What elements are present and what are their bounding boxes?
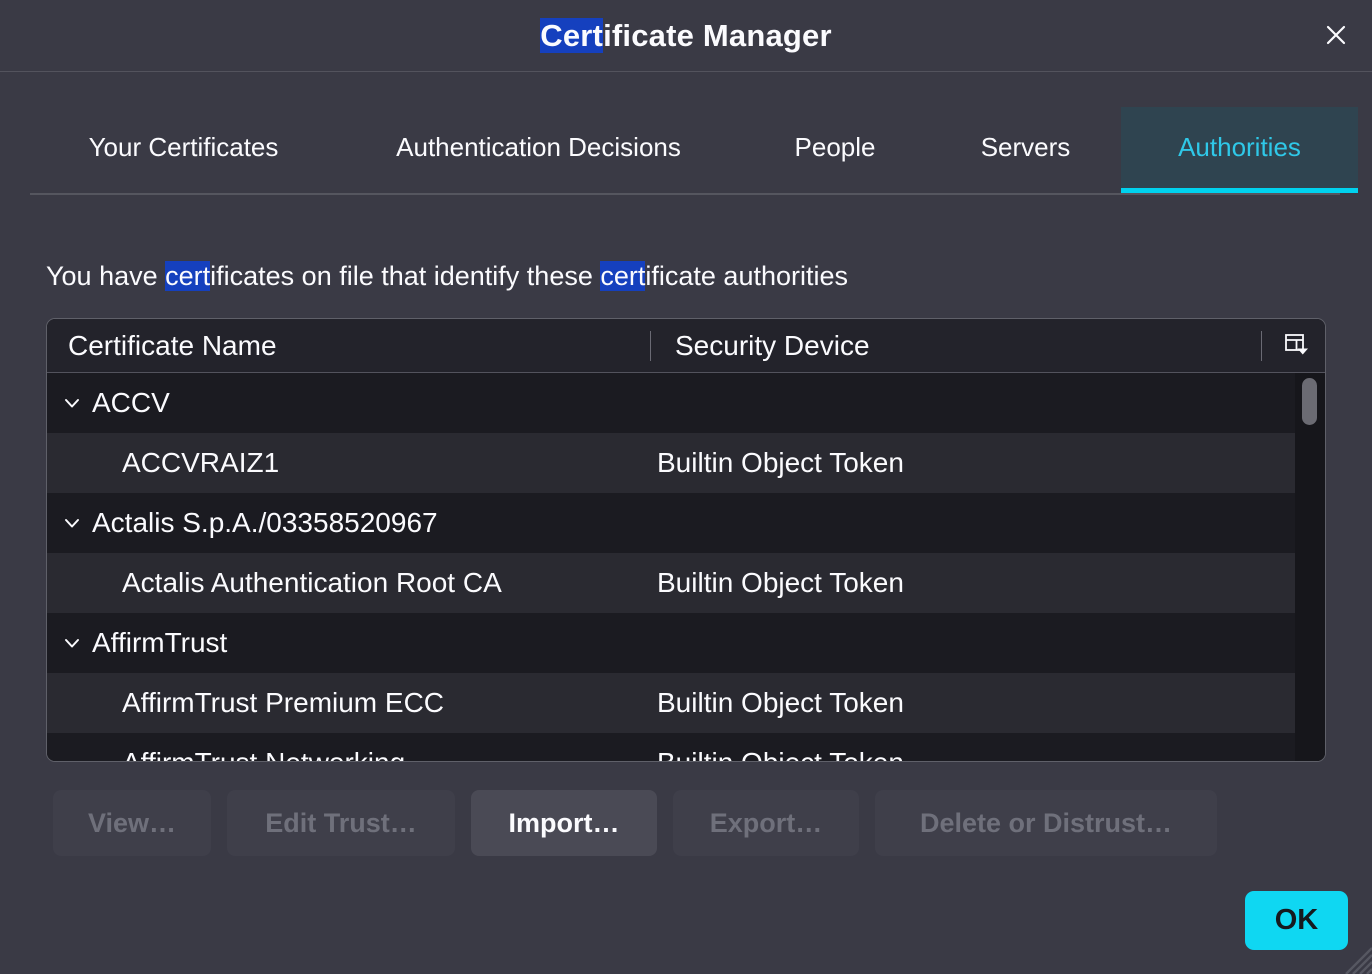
view-button[interactable]: View… xyxy=(53,790,211,856)
column-divider xyxy=(1261,331,1262,361)
action-button-row: View…Edit Trust…Import…Export…Delete or … xyxy=(53,790,1217,856)
resize-grip-icon[interactable] xyxy=(1336,938,1372,974)
tab-servers[interactable]: Servers xyxy=(930,107,1121,193)
column-header-security-device[interactable]: Security Device xyxy=(675,330,870,362)
tab-authentication-decisions[interactable]: Authentication Decisions xyxy=(337,107,740,193)
find-highlight: cert xyxy=(600,261,645,291)
security-device-cell: Builtin Object Token xyxy=(657,687,904,719)
tab-strip-divider xyxy=(30,193,1340,195)
security-device-cell: Builtin Object Token xyxy=(657,447,904,479)
tab-label: Authentication Decisions xyxy=(396,132,681,163)
close-button[interactable] xyxy=(1318,18,1354,54)
certificate-name-cell: Actalis Authentication Root CA xyxy=(47,567,502,599)
tree-row-accv[interactable]: ACCV xyxy=(47,373,1325,433)
column-picker-icon xyxy=(1284,333,1310,360)
tree-rows: ACCVACCVRAIZ1Builtin Object TokenActalis… xyxy=(47,373,1325,761)
chevron-down-icon[interactable] xyxy=(62,632,84,654)
tab-label: Authorities xyxy=(1178,132,1301,163)
tree-row-actalis-s-p-a-03358520967[interactable]: Actalis S.p.A./03358520967 xyxy=(47,493,1325,553)
column-picker-button[interactable] xyxy=(1277,330,1317,362)
certificate-name-cell: ACCVRAIZ1 xyxy=(47,447,279,479)
certificate-manager-dialog: Certificate Manager Your Certificates Aut… xyxy=(0,0,1372,974)
tab-authorities[interactable]: Authorities xyxy=(1121,107,1358,193)
delete-or-distrust-button[interactable]: Delete or Distrust… xyxy=(875,790,1217,856)
chevron-down-icon[interactable] xyxy=(62,392,84,414)
dialog-title: Certificate Manager xyxy=(540,18,832,54)
text-segment: ificate authorities xyxy=(645,261,848,291)
certificate-name-cell: AffirmTrust Networking xyxy=(47,747,405,761)
text-segment: You have xyxy=(46,261,165,291)
column-header-certificate-name[interactable]: Certificate Name xyxy=(47,330,277,362)
import-button[interactable]: Import… xyxy=(471,790,657,856)
tab-label: People xyxy=(795,132,876,163)
tab-label: Your Certificates xyxy=(89,132,279,163)
tree-row-actalis-authentication-root-ca[interactable]: Actalis Authentication Root CA Builtin Ob… xyxy=(47,553,1325,613)
chevron-down-icon[interactable] xyxy=(62,512,84,534)
find-highlight: cert xyxy=(165,261,210,291)
tree-row-affirmtrust-premium-ecc[interactable]: AffirmTrust Premium ECC Builtin Object To… xyxy=(47,673,1325,733)
certificate-name-cell: Actalis S.p.A./03358520967 xyxy=(47,507,438,539)
tree-row-affirmtrust[interactable]: AffirmTrust xyxy=(47,613,1325,673)
table-header: Certificate Name Security Device xyxy=(47,319,1325,373)
edit-trust-button[interactable]: Edit Trust… xyxy=(227,790,455,856)
description: You have certificates on file that ident… xyxy=(46,261,848,292)
ok-button[interactable]: OK xyxy=(1245,891,1348,950)
tab-strip: Your Certificates Authentication Decision… xyxy=(30,107,1358,193)
titlebar: Certificate Manager xyxy=(0,0,1372,72)
security-device-cell: Builtin Object Token xyxy=(657,747,904,761)
table-scrollbar-thumb[interactable] xyxy=(1302,378,1317,425)
find-highlight: Cert xyxy=(540,18,603,53)
certificates-table: Certificate Name Security Device ACCVACC… xyxy=(46,318,1326,762)
column-divider[interactable] xyxy=(650,331,651,361)
tab-your-certificates[interactable]: Your Certificates xyxy=(30,107,337,193)
close-icon xyxy=(1320,19,1352,54)
table-scrollbar-track[interactable] xyxy=(1295,373,1325,761)
tab-people[interactable]: People xyxy=(740,107,930,193)
tree-row-affirmtrust-networking[interactable]: AffirmTrust Networking Builtin Object Tok… xyxy=(47,733,1325,761)
certificate-name-cell: AffirmTrust Premium ECC xyxy=(47,687,444,719)
export-button[interactable]: Export… xyxy=(673,790,859,856)
table-body: ACCVACCVRAIZ1Builtin Object TokenActalis… xyxy=(47,373,1325,761)
tab-label: Servers xyxy=(981,132,1071,163)
text-segment: ificate Manager xyxy=(603,18,832,53)
tree-row-accvraiz1[interactable]: ACCVRAIZ1 Builtin Object Token xyxy=(47,433,1325,493)
text-segment: ificates on file that identify these xyxy=(210,261,600,291)
security-device-cell: Builtin Object Token xyxy=(657,567,904,599)
